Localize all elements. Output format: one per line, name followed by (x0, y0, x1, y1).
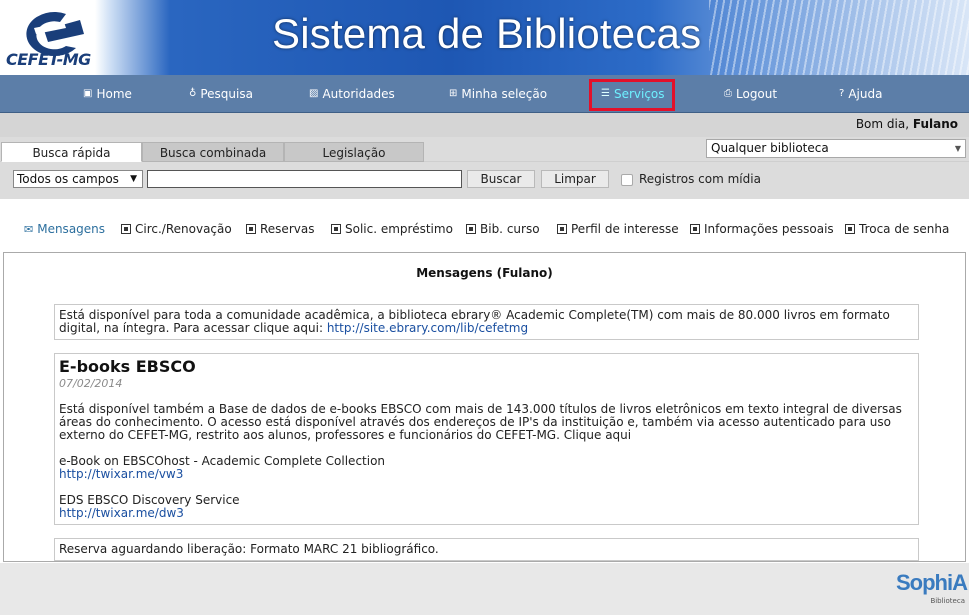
media-checkbox[interactable] (621, 174, 633, 186)
grid-icon: ⊞ (449, 88, 458, 99)
logo-text: CEFET-MG (6, 50, 91, 69)
nav-home-label: Home (96, 87, 132, 101)
message-ebsco: E-books EBSCO 07/02/2014 Está disponível… (54, 353, 919, 525)
renew-icon (121, 224, 131, 234)
field-select-value: Todos os campos (17, 172, 119, 186)
ebsco-item1-link[interactable]: http://twixar.me/vw3 (59, 467, 183, 481)
library-select[interactable]: Qualquer biblioteca ▼ (706, 139, 966, 158)
search-input[interactable] (147, 170, 462, 188)
loan-request-icon (331, 224, 341, 234)
messages-panel: Mensagens (Fulano) Está disponível para … (3, 252, 966, 562)
site-title: Sistema de Bibliotecas (272, 10, 702, 57)
nav-logout[interactable]: ⎙ Logout (724, 75, 777, 113)
clear-button[interactable]: Limpar (541, 170, 609, 188)
message-ebsco-heading: E-books EBSCO (59, 357, 196, 376)
bookmark-icon (557, 224, 567, 234)
tab-legislacao[interactable]: Legislação (284, 142, 424, 162)
service-reservas[interactable]: Reservas (246, 222, 314, 236)
tab-busca-rapida[interactable]: Busca rápida (1, 142, 142, 162)
nav-ajuda[interactable]: ? Ajuda (839, 75, 882, 113)
service-reservas-label: Reservas (260, 222, 315, 236)
envelope-icon: ✉ (24, 222, 34, 236)
tab-busca-combinada[interactable]: Busca combinada (142, 142, 284, 162)
service-perfil-interesse[interactable]: Perfil de interesse (557, 222, 679, 236)
nav-pesquisa-label: Pesquisa (200, 87, 253, 101)
header-banner: CEFET-MG Sistema de Bibliotecas (0, 0, 969, 75)
nav-autoridades[interactable]: ▨ Autoridades (309, 75, 395, 113)
service-troca-senha[interactable]: Troca de senha (845, 222, 949, 236)
service-mensagens-label: Mensagens (37, 222, 106, 236)
help-icon: ? (839, 88, 845, 99)
media-checkbox-label: Registros com mídia (639, 172, 761, 186)
service-bib-curso-label: Bib. curso (480, 222, 540, 236)
chevron-down-icon: ▼ (954, 144, 961, 153)
nav-logout-label: Logout (736, 87, 778, 101)
service-bib-curso[interactable]: Bib. curso (466, 222, 540, 236)
service-troca-label: Troca de senha (859, 222, 950, 236)
nav-ajuda-label: Ajuda (848, 87, 883, 101)
ebsco-item1-label: e-Book on EBSCOhost - Academic Complete … (59, 454, 386, 468)
service-info-label: Informações pessoais (704, 222, 834, 236)
search-button[interactable]: Buscar (467, 170, 535, 188)
ebsco-item2-link[interactable]: http://twixar.me/dw3 (59, 506, 184, 520)
active-nav-highlight (589, 79, 675, 111)
nav-minha-selecao[interactable]: ⊞ Minha seleção (449, 75, 547, 113)
home-icon: ▣ (83, 88, 93, 99)
sophia-logo-sub: Biblioteca (930, 597, 965, 605)
person-icon: ▨ (309, 88, 319, 99)
service-solic-label: Solic. empréstimo (345, 222, 453, 236)
user-card-icon (690, 224, 700, 234)
nav-minha-selecao-label: Minha seleção (461, 87, 548, 101)
field-select[interactable]: Todos os campos ▼ (13, 170, 143, 188)
logout-icon: ⎙ (724, 88, 732, 99)
service-perfil-label: Perfil de interesse (571, 222, 679, 236)
nav-pesquisa[interactable]: ♁ Pesquisa (189, 75, 253, 113)
pin-icon: ♁ (189, 88, 197, 99)
greeting-prefix: Bom dia, (855, 117, 910, 131)
main-nav: ▣ Home ♁ Pesquisa ▨ Autoridades ⊞ Minha … (0, 75, 969, 113)
password-icon (845, 224, 855, 234)
ebrary-link[interactable]: http://site.ebrary.com/lib/cefetmg (327, 321, 528, 335)
message-ebrary: Está disponível para toda a comunidade a… (54, 304, 919, 340)
service-solic-emprestimo[interactable]: Solic. empréstimo (331, 222, 453, 236)
greeting: Bom dia, Fulano (856, 117, 958, 131)
sophia-logo: SophiA (896, 570, 968, 595)
service-mensagens[interactable]: ✉ Mensagens (24, 222, 105, 236)
message-ebsco-body: Está disponível também a Base de dados d… (59, 402, 902, 442)
greeting-bar: Bom dia, Fulano (0, 113, 969, 137)
course-library-icon (466, 224, 476, 234)
chevron-down-icon: ▼ (130, 174, 137, 184)
messages-title: Mensagens (Fulano) (416, 266, 553, 280)
service-circ-renovacao[interactable]: Circ./Renovação (121, 222, 232, 236)
library-select-value: Qualquer biblioteca (711, 141, 829, 155)
reserve-icon (246, 224, 256, 234)
service-info-pessoais[interactable]: Informações pessoais (690, 222, 834, 236)
greeting-user: Fulano (912, 117, 958, 131)
message-ebsco-date: 07/02/2014 (59, 377, 123, 390)
nav-home[interactable]: ▣ Home (83, 75, 132, 113)
footer (0, 563, 969, 615)
nav-autoridades-label: Autoridades (322, 87, 395, 101)
service-circ-label: Circ./Renovação (135, 222, 232, 236)
ebsco-item2-label: EDS EBSCO Discovery Service (59, 493, 240, 507)
message-reserva-text: Reserva aguardando liberação: Formato MA… (59, 542, 439, 556)
message-reserva: Reserva aguardando liberação: Formato MA… (54, 538, 919, 561)
banner-book-pages (709, 0, 969, 75)
